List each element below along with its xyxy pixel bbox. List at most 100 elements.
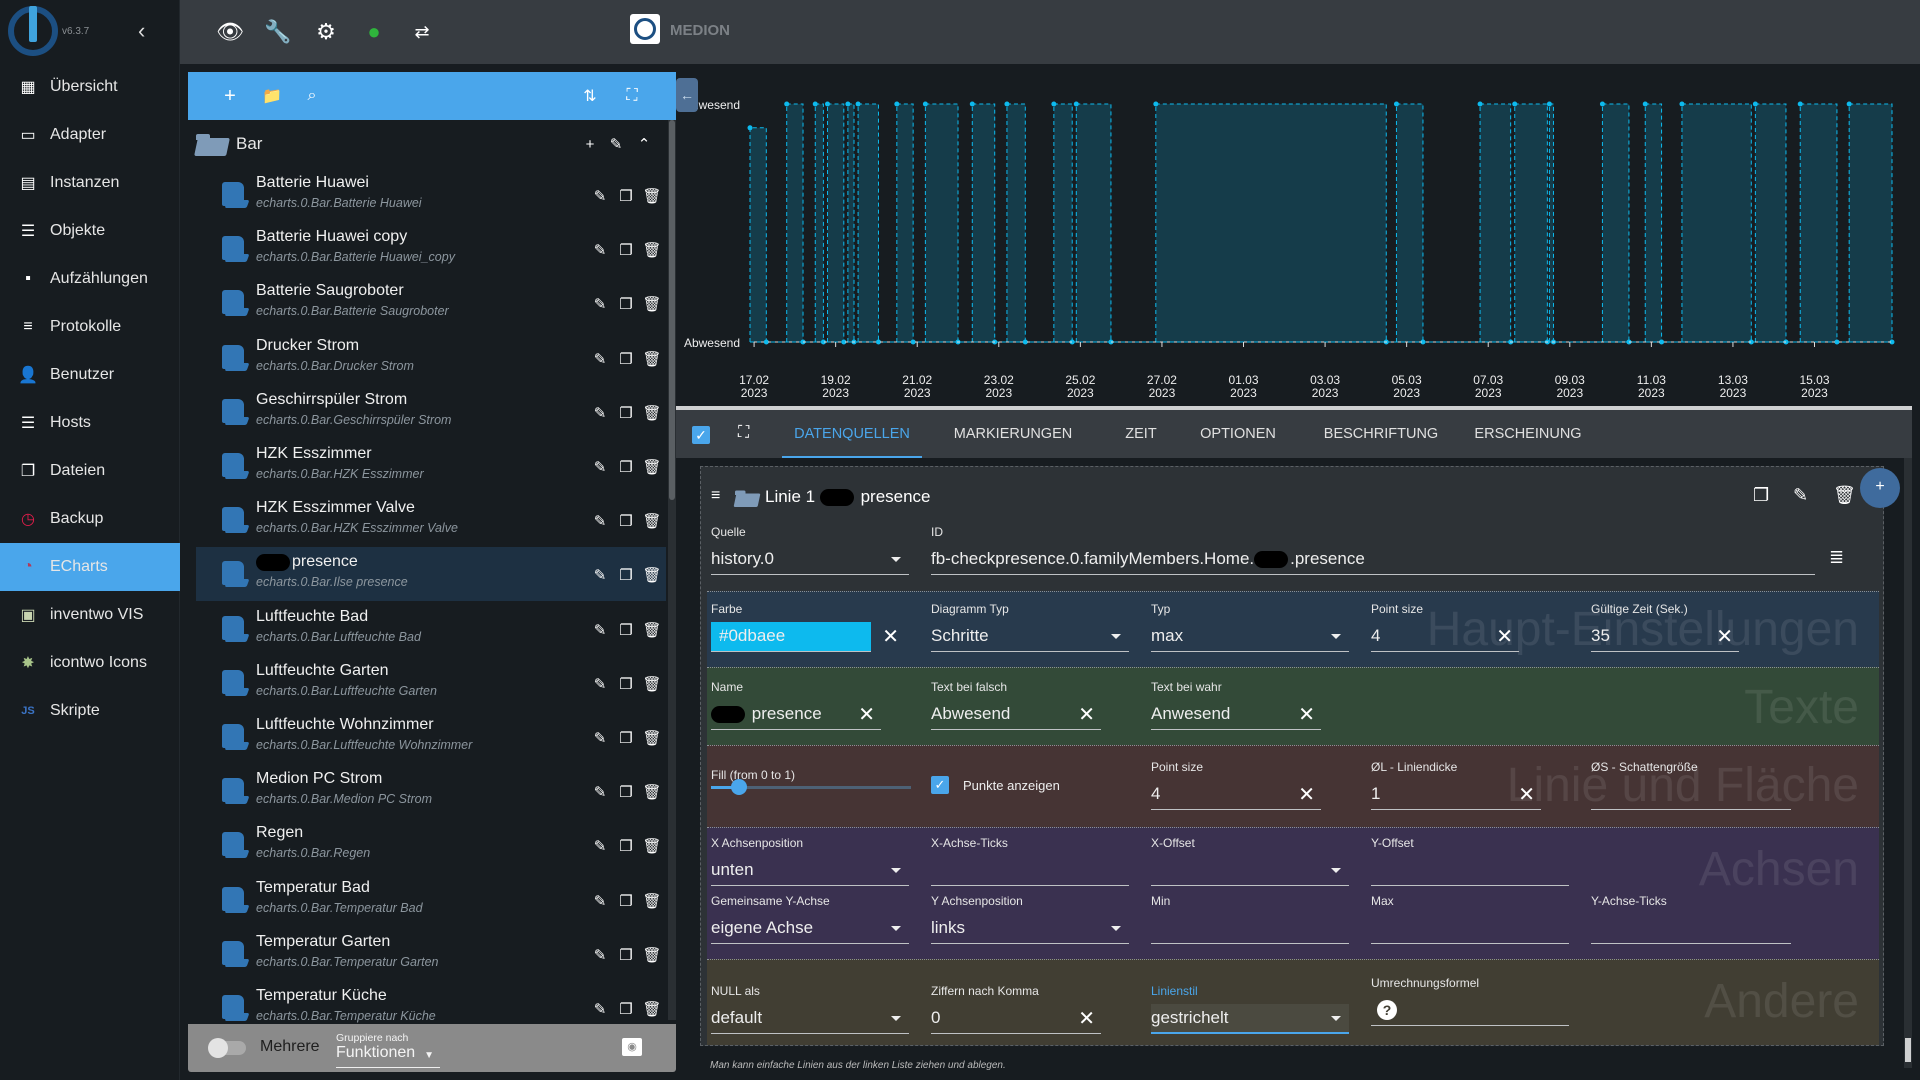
field-value[interactable]: 0 [931,1004,1101,1034]
settings-scrollbar[interactable] [1904,458,1912,1068]
field-value[interactable]: 1 [1371,780,1541,810]
tree-item[interactable]: Batterie Huawei echarts.0.Bar.Batterie Hu… [196,168,666,222]
sort-icon[interactable]: ⇅ [578,84,602,108]
field-value[interactable] [1151,914,1349,944]
tab-zeit[interactable]: ZEIT [1116,410,1166,458]
delete-icon[interactable]: 🗑 [642,294,662,314]
field-value[interactable]: ? [1371,996,1569,1026]
edit-icon[interactable]: ✎ [590,782,610,802]
caret-down-icon[interactable] [1111,926,1121,931]
tab-optionen[interactable]: OPTIONEN [1186,410,1290,458]
punkte-checkbox[interactable]: ✓ [931,776,949,794]
delete-icon[interactable]: 🗑 [642,565,662,585]
edit-icon[interactable]: ✎ [590,945,610,965]
drag-handle-icon[interactable]: ≡ [711,487,720,505]
gear-icon[interactable]: ⚙ [312,18,340,46]
delete-icon[interactable]: 🗑 [642,186,662,206]
delete-icon[interactable]: 🗑 [642,836,662,856]
copy-icon[interactable]: ❐ [616,782,636,802]
copy-icon[interactable]: ❐ [616,945,636,965]
folder-bar[interactable]: Bar + ✎ ⌃ [188,120,666,168]
sidebar-item-aufz-hlungen[interactable]: ▪ Aufzählungen [0,255,180,303]
copy-icon[interactable]: ❐ [1753,485,1769,506]
copy-icon[interactable]: ❐ [616,457,636,477]
clear-icon[interactable]: ✕ [1518,782,1535,807]
delete-icon[interactable]: 🗑 [642,349,662,369]
color-swatch-value[interactable]: #0dbaee [711,622,871,652]
edit-icon[interactable]: ✎ [590,999,610,1019]
copy-icon[interactable]: ❐ [616,511,636,531]
eye-icon[interactable]: 👁 [216,18,244,46]
delete-icon[interactable]: 🗑 [642,620,662,640]
field-value[interactable]: max [1151,622,1349,652]
help-icon[interactable]: ? [1377,1000,1397,1020]
sidebar-item-dateien[interactable]: ❐ Dateien [0,447,180,495]
sync-off-icon[interactable]: ⇄ [408,18,436,46]
fullscreen-icon[interactable]: ⛶ [738,424,749,442]
delete-icon[interactable]: 🗑 [642,674,662,694]
caret-down-icon[interactable] [891,1016,901,1021]
edit-icon[interactable]: ✎ [590,349,610,369]
field-value[interactable]: unten [711,856,909,886]
tree-item[interactable]: presence echarts.0.Bar.Ilse presence ✎ ❐ 🗑 [196,547,666,602]
delete-icon[interactable]: 🗑 [642,403,662,423]
delete-icon[interactable]: 🗑 [642,457,662,477]
copy-icon[interactable]: ❐ [616,349,636,369]
sidebar-item-echarts[interactable]: ◔ ECharts [0,543,180,591]
caret-down-icon[interactable] [891,868,901,873]
edit-icon[interactable]: ✎ [590,891,610,911]
tab-datenquellen[interactable]: DATENQUELLEN [782,410,922,458]
eye-icon[interactable]: ◉ [622,1038,642,1056]
edit-icon[interactable]: ✎ [590,403,610,423]
edit-icon[interactable]: ✎ [590,728,610,748]
tree-item[interactable]: Temperatur Bad echarts.0.Bar.Temperatur B… [196,873,666,927]
copy-icon[interactable]: ❐ [616,403,636,423]
caret-down-icon[interactable] [891,926,901,931]
sidebar-item-skripte[interactable]: JS Skripte [0,687,180,735]
field-value[interactable]: Abwesend [931,700,1101,730]
tree-item[interactable]: Medion PC Strom echarts.0.Bar.Medion PC S… [196,764,666,818]
tree-item[interactable]: Regen echarts.0.Bar.Regen ✎ ❐ 🗑 [196,818,666,872]
field-value[interactable]: Anwesend [1151,700,1321,730]
copy-icon[interactable]: ❐ [616,565,636,585]
edit-icon[interactable]: ✎ [1793,485,1808,506]
caret-down-icon[interactable] [1331,868,1341,873]
edit-icon[interactable]: ✎ [590,186,610,206]
field-value[interactable]: presence [711,700,881,730]
delete-icon[interactable]: 🗑 [642,891,662,911]
field-value[interactable] [1371,856,1569,886]
delete-icon[interactable]: 🗑 [642,999,662,1019]
copy-icon[interactable]: ❐ [616,674,636,694]
sidebar-item-instanzen[interactable]: ▤ Instanzen [0,159,180,207]
clear-icon[interactable]: ✕ [882,624,899,649]
caret-down-icon[interactable] [891,557,901,562]
delete-icon[interactable]: 🗑 [1833,485,1856,506]
clear-icon[interactable]: ✕ [1078,1006,1095,1031]
edit-icon[interactable]: ✎ [590,294,610,314]
field-value[interactable] [1151,856,1349,886]
search-icon[interactable]: ⌕ [300,84,324,108]
field-value[interactable]: links [931,914,1129,944]
tree-item[interactable]: Batterie Saugroboter echarts.0.Bar.Batter… [196,276,666,330]
sidebar-item-adapter[interactable]: ▭ Adapter [0,111,180,159]
delete-icon[interactable]: 🗑 [642,945,662,965]
sidebar-item-protokolle[interactable]: ≡ Protokolle [0,303,180,351]
caret-down-icon[interactable] [1111,634,1121,639]
edit-icon[interactable]: ✎ [606,134,626,154]
copy-icon[interactable]: ❐ [616,728,636,748]
slider-thumb[interactable] [731,779,747,795]
wrench-icon[interactable]: 🔧 [264,18,292,46]
edit-icon[interactable]: ✎ [590,836,610,856]
sidebar-item-icontwo-icons[interactable]: ✸ icontwo Icons [0,639,180,687]
field-value[interactable]: default [711,1004,909,1034]
tree-item[interactable]: Drucker Strom echarts.0.Bar.Drucker Strom… [196,331,666,385]
checkbox-icon[interactable]: ✓ [692,426,710,444]
iobroker-logo[interactable] [8,6,58,56]
fullscreen-icon[interactable]: ⛶ [620,84,644,108]
caret-down-icon[interactable] [1331,634,1341,639]
tree-item[interactable]: HZK Esszimmer Valve echarts.0.Bar.HZK Ess… [196,493,666,547]
field-value[interactable]: fb-checkpresence.0.familyMembers.Home. .p… [931,545,1815,575]
tab-beschriftung[interactable]: BESCHRIFTUNG [1316,410,1446,458]
field-value[interactable]: Schritte [931,622,1129,652]
add-folder-icon[interactable]: 📁 [260,84,284,108]
